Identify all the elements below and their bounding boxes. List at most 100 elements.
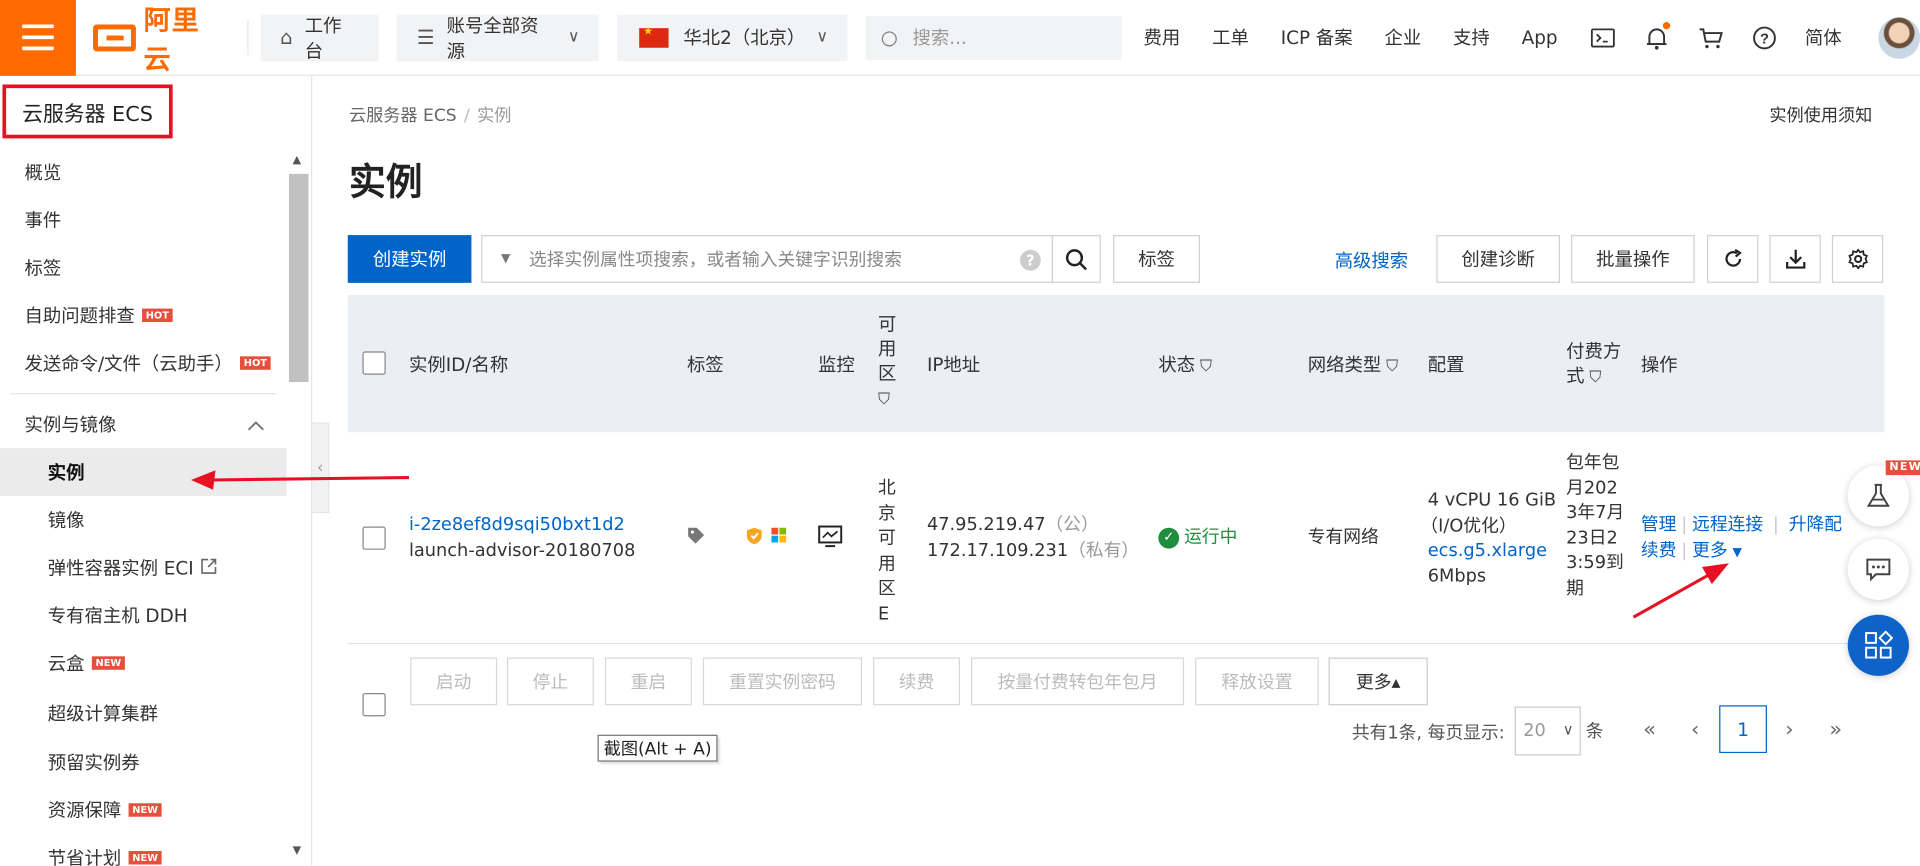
language-switch[interactable]: 简体 — [1805, 24, 1842, 50]
tag-button[interactable]: 标签 — [1113, 235, 1201, 283]
apps-icon[interactable] — [1847, 614, 1909, 676]
upgrade-link[interactable]: 升降配 — [1789, 516, 1842, 536]
bell-icon[interactable] — [1643, 21, 1671, 51]
create-diagnosis-button[interactable]: 创建诊断 — [1436, 235, 1561, 283]
batch-select-checkbox[interactable] — [362, 693, 386, 717]
create-instance-button[interactable]: 创建实例 — [347, 235, 472, 283]
batch-more-button[interactable]: 更多▴ — [1328, 657, 1428, 706]
filter-funnel-icon[interactable]: ⛉ — [878, 388, 890, 412]
reset-password-button[interactable]: 重置实例密码 — [702, 657, 863, 706]
sidebar-list: 概览 事件 标签 自助问题排查 HOT 发送命令/文件（云助手） HOT 实例与镜像… — [0, 148, 287, 866]
convert-billing-button[interactable]: 按量付费转包年包月 — [971, 657, 1185, 706]
nav-app[interactable]: App — [1522, 26, 1558, 48]
sidebar-item-troubleshoot[interactable]: 自助问题排查 HOT — [0, 291, 287, 339]
col-network-label: 网络类型 — [1307, 353, 1382, 376]
instance-id-link[interactable]: i-2ze8ef8d9sqi50bxt1d2 — [409, 513, 635, 538]
download-icon — [1785, 249, 1805, 269]
stop-button[interactable]: 停止 — [506, 657, 594, 706]
user-avatar[interactable] — [1878, 16, 1920, 59]
current-page[interactable]: 1 — [1719, 705, 1767, 754]
hot-badge: HOT — [142, 308, 173, 323]
sidebar-item-overview[interactable]: 概览 — [0, 148, 287, 196]
sidebar-item-savings[interactable]: 节省计划 NEW — [0, 834, 287, 866]
renew-link[interactable]: 续费 — [1641, 541, 1677, 561]
chat-icon[interactable] — [1847, 538, 1909, 601]
monitor-chart-icon[interactable] — [818, 525, 843, 555]
breadcrumb-ecs[interactable]: 云服务器 ECS — [349, 107, 457, 127]
sidebar-item-eci[interactable]: 弹性容器实例 ECI — [0, 544, 287, 592]
divider — [247, 20, 249, 55]
resources-dropdown[interactable]: ☰ 账号全部资源 ∨ — [397, 14, 600, 62]
cart-icon[interactable] — [1697, 24, 1724, 51]
refresh-button[interactable] — [1706, 235, 1759, 283]
sidebar-item-scc[interactable]: 超级计算集群 — [0, 687, 287, 738]
public-ip-tag: （公） — [1045, 515, 1099, 536]
renew-button[interactable]: 续费 — [873, 657, 961, 706]
filter-input[interactable]: ▼ 选择实例属性项搜索，或者输入关键字识别搜索 ? — [481, 235, 1054, 283]
workbench-button[interactable]: ⌂ 工作台 — [260, 14, 379, 62]
page-size-select[interactable]: 20 ∨ — [1514, 706, 1581, 756]
nav-enterprise[interactable]: 企业 — [1384, 24, 1421, 50]
select-all-checkbox[interactable] — [362, 351, 386, 375]
sidebar-item-capacity[interactable]: 资源保障 NEW — [0, 786, 287, 834]
remote-connect-link[interactable]: 远程连接 — [1692, 516, 1763, 536]
restart-button[interactable]: 重启 — [604, 657, 692, 706]
sidebar-item-label: 资源保障 — [47, 799, 122, 822]
help-icon[interactable]: ? — [1751, 24, 1778, 51]
menu-icon[interactable] — [0, 0, 76, 76]
nav-support[interactable]: 支持 — [1453, 24, 1490, 50]
sidebar-item-images[interactable]: 镜像 — [0, 496, 287, 544]
search-button[interactable] — [1051, 235, 1101, 283]
sidebar-collapse-handle[interactable]: ‹ — [312, 422, 330, 514]
export-button[interactable] — [1769, 235, 1821, 283]
instance-type-link[interactable]: ecs.g5.xlarge — [1428, 539, 1556, 564]
sidebar-item-reserved[interactable]: 预留实例券 — [0, 738, 287, 786]
sidebar-item-events[interactable]: 事件 — [0, 196, 287, 244]
sidebar-item-cloudbox[interactable]: 云盒 NEW — [0, 639, 287, 687]
sidebar-item-label: 概览 — [24, 161, 62, 184]
aliyun-logo[interactable]: 阿里云 — [92, 0, 228, 77]
col-status-label: 状态 — [1158, 353, 1196, 376]
next-page-icon[interactable]: › — [1785, 718, 1793, 742]
terminal-icon[interactable] — [1589, 24, 1616, 51]
last-page-icon[interactable]: » — [1829, 718, 1842, 742]
manage-link[interactable]: 管理 — [1641, 516, 1677, 536]
region-dropdown[interactable]: 华北2（北京） ∨ — [617, 14, 848, 61]
nav-fees[interactable]: 费用 — [1144, 24, 1181, 50]
filter-funnel-icon[interactable]: ⛉ — [1386, 358, 1398, 376]
scroll-thumb[interactable] — [288, 173, 309, 383]
nav-icp[interactable]: ICP 备案 — [1281, 24, 1353, 50]
settings-button[interactable] — [1831, 235, 1884, 283]
sidebar-title[interactable]: 云服务器 ECS — [2, 84, 173, 139]
sidebar-item-ddh[interactable]: 专有宿主机 DDH — [0, 591, 287, 639]
new-badge: NEW — [1885, 460, 1920, 476]
col-ip: IP地址 — [926, 353, 981, 376]
server-icon: ☰ — [416, 25, 435, 49]
tag-icon[interactable] — [687, 527, 705, 553]
sidebar-item-cloud-assistant[interactable]: 发送命令/文件（云助手） HOT — [0, 339, 287, 387]
sidebar-item-tags[interactable]: 标签 — [0, 244, 287, 292]
batch-operations-button[interactable]: 批量操作 — [1571, 235, 1695, 283]
scroll-down-icon[interactable]: ▼ — [293, 845, 301, 857]
sidebar-item-instances[interactable]: 实例 — [0, 448, 287, 496]
question-icon[interactable]: ? — [1020, 249, 1041, 271]
col-zone: 可用区 ⛉ — [878, 312, 902, 412]
instance-notice-link[interactable]: 实例使用须知 — [1769, 103, 1872, 127]
row-checkbox[interactable] — [362, 526, 386, 550]
prev-page-icon[interactable]: ‹ — [1691, 718, 1699, 742]
sidebar-scrollbar[interactable]: ▲ ▼ — [288, 76, 310, 857]
global-search-input[interactable]: ○ 搜索... — [866, 15, 1122, 60]
first-page-icon[interactable]: « — [1643, 718, 1656, 742]
caret-down-icon[interactable]: ▼ — [482, 252, 529, 265]
start-button[interactable]: 启动 — [410, 657, 498, 706]
nav-tickets[interactable]: 工单 — [1212, 24, 1249, 50]
release-settings-button[interactable]: 释放设置 — [1195, 657, 1319, 706]
more-dropdown[interactable]: 更多 — [1692, 541, 1728, 561]
sidebar-item-label: 云盒 — [47, 652, 85, 675]
caret-down-icon[interactable]: ▼ — [1733, 546, 1742, 559]
filter-funnel-icon[interactable]: ⛉ — [1200, 358, 1212, 376]
advanced-search-link[interactable]: 高级搜索 — [1335, 247, 1408, 273]
scroll-up-icon[interactable]: ▲ — [293, 154, 301, 166]
filter-funnel-icon[interactable]: ⛉ — [1589, 366, 1601, 390]
sidebar-group-instances-images[interactable]: 实例与镜像 — [0, 400, 287, 448]
